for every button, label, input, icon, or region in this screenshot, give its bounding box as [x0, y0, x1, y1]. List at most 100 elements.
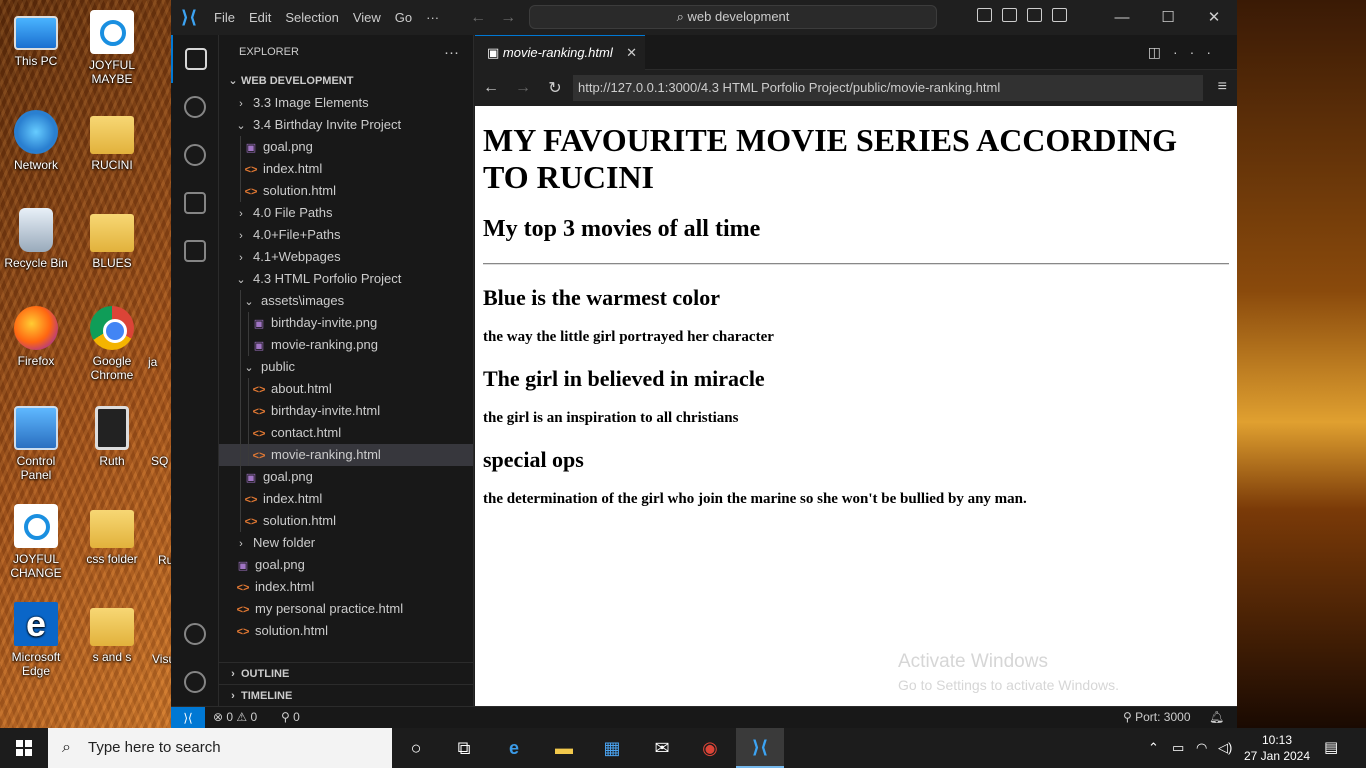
wifi-icon[interactable]: ◠ [1196, 728, 1207, 768]
cortana-icon[interactable]: ○ [392, 728, 440, 768]
desktop-icon-network[interactable]: Network [0, 110, 72, 172]
search-activity[interactable] [171, 83, 219, 131]
file-explorer-icon[interactable]: ▬ [540, 728, 588, 768]
explorer-activity[interactable] [171, 35, 219, 83]
tree-file[interactable]: <> movie-ranking.html [219, 444, 473, 466]
mail-icon[interactable]: ✉ [638, 728, 686, 768]
tree-folder[interactable]: ⌄ public [219, 356, 473, 378]
menu-selection[interactable]: Selection [278, 10, 345, 25]
more-actions-icon[interactable]: ··· [444, 35, 459, 70]
tree-file[interactable]: <> solution.html [219, 620, 473, 642]
show-hidden-icons[interactable]: ⌃ [1148, 728, 1159, 768]
desktop-icon-microsoft-edge[interactable]: e Microsoft Edge [0, 602, 72, 678]
ports-status[interactable]: ⚲ 0 [281, 707, 300, 728]
desktop-icon-partial[interactable]: Visu [152, 652, 171, 666]
tree-file[interactable]: <> index.html [219, 488, 473, 510]
timeline-section[interactable]: › TIMELINE [219, 684, 474, 706]
url-input[interactable]: http://127.0.0.1:3000/4.3 HTML Porfolio … [573, 75, 1203, 101]
edge-taskbar-icon[interactable]: e [490, 728, 538, 768]
menu-edit[interactable]: Edit [242, 10, 278, 25]
customize-layout-icon[interactable] [1052, 8, 1067, 22]
chevron-right-icon: › [231, 668, 235, 680]
desktop-icon-this-pc[interactable]: This PC [0, 10, 72, 68]
nav-arrows[interactable]: ←→ [470, 9, 530, 27]
menu-more[interactable]: ··· [419, 10, 446, 25]
desktop-icon-joyful-change[interactable]: JOYFUL CHANGE [0, 504, 72, 580]
tree-folder[interactable]: › 4.1+Webpages [219, 246, 473, 268]
toggle-panel-icon[interactable] [1002, 8, 1017, 22]
tree-file[interactable]: ▣ movie-ranking.png [219, 334, 473, 356]
tree-file[interactable]: <> about.html [219, 378, 473, 400]
desktop-icon-css-folder[interactable]: css folder [76, 504, 148, 566]
vscode-taskbar-icon[interactable]: ⟩⟨ [736, 728, 784, 768]
desktop-icon-partial[interactable]: SQ [151, 454, 171, 468]
menu-go[interactable]: Go [388, 10, 419, 25]
tree-file[interactable]: <> solution.html [219, 510, 473, 532]
workspace-section[interactable]: ⌄ WEB DEVELOPMENT [219, 70, 473, 92]
start-button[interactable] [0, 728, 48, 768]
menu-file[interactable]: File [207, 10, 242, 25]
tree-file[interactable]: <> my personal practice.html [219, 598, 473, 620]
command-center-search[interactable]: ⌕ web development [529, 5, 937, 29]
tree-folder[interactable]: › 4.0+File+Paths [219, 224, 473, 246]
desktop-icon-partial[interactable]: Ru [158, 553, 171, 567]
desktop-icon-ruth[interactable]: Ruth [76, 406, 148, 468]
task-view-icon[interactable]: ⧉ [440, 728, 488, 768]
outline-section[interactable]: › OUTLINE [219, 662, 474, 684]
tree-file[interactable]: ▣ goal.png [219, 136, 473, 158]
problems-status[interactable]: ⊗ 0 ⚠ 0 [213, 707, 257, 728]
back-arrow-icon[interactable]: ← [475, 79, 507, 97]
reload-icon[interactable]: ↻ [539, 78, 571, 98]
desktop-icon-blues[interactable]: BLUES [76, 208, 148, 270]
desktop-icon-google-chrome[interactable]: Google Chrome [76, 306, 148, 382]
desktop-icon-joyful-maybe[interactable]: JOYFUL MAYBE [76, 10, 148, 86]
tree-file[interactable]: ▣ goal.png [219, 466, 473, 488]
tree-folder[interactable]: ⌄ assets\images [219, 290, 473, 312]
minimize-button[interactable]: — [1099, 0, 1145, 35]
editor-actions[interactable]: ◫··· [1148, 35, 1223, 70]
tree-file[interactable]: <> index.html [219, 158, 473, 180]
battery-icon[interactable]: ▭ [1172, 728, 1184, 768]
menu-view[interactable]: View [346, 10, 388, 25]
tree-folder[interactable]: ⌄ 4.3 HTML Porfolio Project [219, 268, 473, 290]
notifications-bell-icon[interactable]: 🔔︎ [1209, 707, 1224, 728]
extensions-activity[interactable] [171, 227, 219, 275]
volume-icon[interactable]: ◁) [1218, 728, 1232, 768]
chrome-taskbar-icon[interactable]: ◉ [686, 728, 734, 768]
tab-movie-ranking[interactable]: ▣ movie-ranking.html ✕ [475, 35, 645, 70]
tree-file[interactable]: ▣ birthday-invite.png [219, 312, 473, 334]
tree-file[interactable]: <> solution.html [219, 180, 473, 202]
tree-folder[interactable]: › 4.0 File Paths [219, 202, 473, 224]
toggle-secondary-sidebar-icon[interactable] [1027, 8, 1042, 22]
desktop-icon-partial[interactable]: ja [148, 355, 172, 369]
desktop-icon-firefox[interactable]: Firefox [0, 306, 72, 368]
tree-folder[interactable]: ⌄ 3.4 Birthday Invite Project [219, 114, 473, 136]
tree-folder[interactable]: › 3.3 Image Elements [219, 92, 473, 114]
tree-file[interactable]: <> birthday-invite.html [219, 400, 473, 422]
menu-icon[interactable]: ≡ [1218, 78, 1227, 96]
forward-arrow-icon[interactable]: → [507, 79, 539, 97]
tree-file[interactable]: <> contact.html [219, 422, 473, 444]
store-icon[interactable]: ▦ [588, 728, 636, 768]
desktop-icon-rucini[interactable]: RUCINI [76, 110, 148, 172]
desktop-icon-recycle-bin[interactable]: Recycle Bin [0, 208, 72, 270]
close-button[interactable]: ✕ [1191, 0, 1237, 35]
run-debug-activity[interactable] [171, 179, 219, 227]
desktop-icon-s-and-s[interactable]: s and s [76, 602, 148, 664]
taskbar-search[interactable]: ⌕ Type here to search [48, 728, 392, 768]
manage-activity[interactable] [171, 658, 219, 706]
notification-center-icon[interactable]: ▤ [1324, 728, 1338, 768]
desktop-icon-control-panel[interactable]: Control Panel [0, 406, 72, 482]
accounts-activity[interactable] [171, 610, 219, 658]
tree-folder[interactable]: › New folder [219, 532, 473, 554]
live-server-port[interactable]: ⚲ Port: 3000 [1123, 707, 1191, 728]
maximize-button[interactable]: ☐ [1145, 0, 1191, 35]
system-clock[interactable]: 10:13 27 Jan 2024 [1240, 732, 1314, 764]
remote-indicator-icon[interactable]: ⟩⟨ [171, 707, 205, 729]
tree-file[interactable]: ▣ goal.png [219, 554, 473, 576]
close-tab-icon[interactable]: ✕ [626, 36, 637, 70]
toggle-sidebar-icon[interactable] [977, 8, 992, 22]
chevron-right-icon: › [239, 230, 243, 242]
tree-file[interactable]: <> index.html [219, 576, 473, 598]
source-control-activity[interactable] [171, 131, 219, 179]
